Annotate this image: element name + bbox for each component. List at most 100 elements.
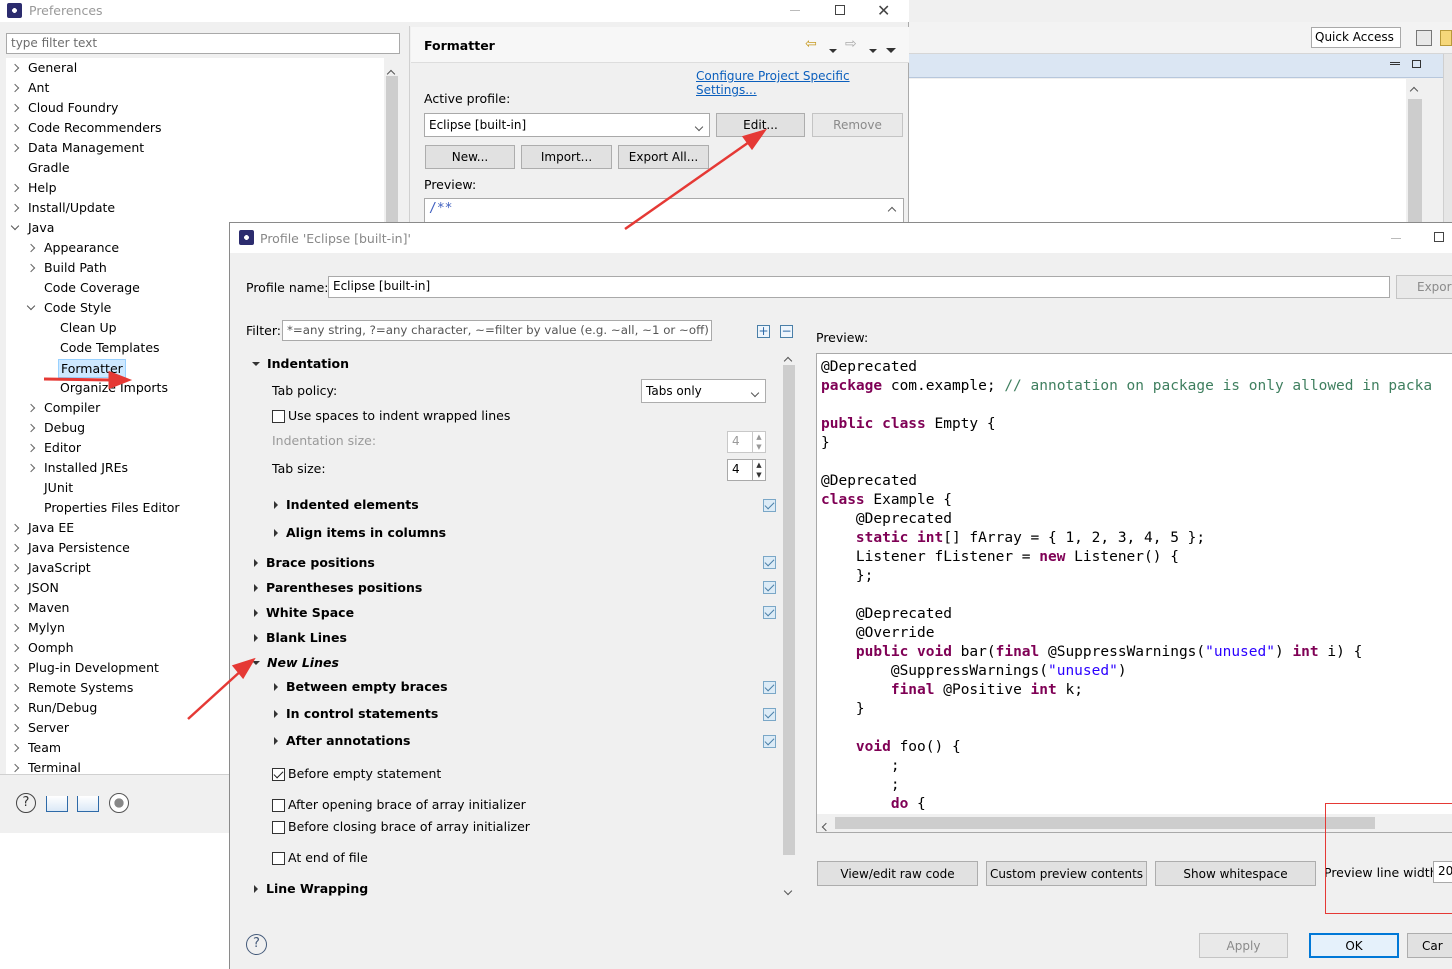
code-token: static int [855, 530, 944, 546]
tree-item-label: Team [28, 740, 62, 755]
before-closing-brace-checkbox[interactable] [272, 821, 285, 834]
section-line-wrapping[interactable]: Line Wrapping [254, 880, 368, 898]
subsection-indented-elements[interactable]: Indented elements [274, 496, 419, 514]
subsection-after-annotations-label: After annotations [286, 733, 411, 748]
between-empty-braces-modified-checkbox[interactable] [763, 681, 776, 694]
white-space-modified-checkbox[interactable] [763, 606, 776, 619]
maximize-view-icon[interactable] [1412, 60, 1421, 68]
subsection-in-control-statements-label: In control statements [286, 706, 439, 721]
collapsed-icon [254, 584, 258, 592]
preferences-sash[interactable] [409, 26, 410, 226]
view-menu-icon[interactable] [886, 42, 896, 56]
brace-positions-modified-checkbox[interactable] [763, 556, 776, 569]
record-icon[interactable] [109, 793, 129, 813]
window-close-button[interactable]: ✕ [877, 1, 890, 20]
minimize-view-icon[interactable] [1390, 62, 1400, 65]
tree-item-cloud-foundry[interactable]: Cloud Foundry [6, 98, 384, 118]
tree-item-install-update[interactable]: Install/Update [6, 198, 384, 218]
section-parentheses-positions[interactable]: Parentheses positions [254, 579, 422, 597]
indentation-size-spinner[interactable]: 4 ▲ ▼ [727, 431, 766, 453]
ok-button[interactable]: OK [1309, 933, 1399, 958]
window-maximize-button[interactable] [835, 5, 845, 15]
ide-scrollbar[interactable] [1406, 79, 1424, 230]
help-icon[interactable]: ? [16, 793, 36, 813]
export-preferences-icon[interactable] [77, 796, 99, 812]
tree-item-label: Build Path [44, 260, 107, 275]
code-token: ; [821, 758, 900, 774]
tree-item-help[interactable]: Help [6, 178, 384, 198]
window-minimize-button[interactable] [790, 10, 800, 11]
in-control-statements-modified-checkbox[interactable] [763, 708, 776, 721]
collapse-all-icon[interactable]: − [780, 325, 793, 338]
java-perspective-icon[interactable] [1440, 30, 1452, 46]
back-nav-icon[interactable]: ⇦ [805, 36, 817, 52]
collapsed-icon [254, 885, 258, 893]
show-whitespace-button[interactable]: Show whitespace [1155, 861, 1316, 886]
code-token: @SuppressWarnings( [1039, 644, 1206, 660]
remove-profile-button[interactable]: Remove [812, 113, 903, 137]
tree-item-general[interactable]: General [6, 58, 384, 78]
expand-all-icon[interactable]: + [757, 325, 770, 338]
before-empty-statement-checkbox[interactable] [272, 768, 285, 781]
tree-item-label: Java Persistence [28, 540, 130, 555]
edit-profile-button[interactable]: Edit... [716, 113, 805, 137]
active-profile-select[interactable]: Eclipse [built-in] [424, 113, 710, 137]
spinner-icon: ▲ ▼ [752, 432, 765, 452]
subsection-after-annotations[interactable]: After annotations [274, 732, 411, 750]
tree-item-gradle[interactable]: Gradle [6, 158, 384, 178]
export-all-button[interactable]: Export All... [618, 145, 709, 169]
code-line: public class Empty { [821, 415, 996, 434]
tree-item-code-recommenders[interactable]: Code Recommenders [6, 118, 384, 138]
section-new-lines[interactable]: New Lines [252, 654, 339, 672]
settings-tree-scrollbar[interactable] [780, 347, 798, 897]
export-profile-button[interactable]: Expor [1396, 275, 1452, 299]
settings-filter-input[interactable]: *=any string, ?=any character, ~=filter … [282, 320, 712, 341]
subsection-in-control-statements[interactable]: In control statements [274, 705, 438, 723]
collapsed-icon [254, 634, 258, 642]
highlight-box [1325, 803, 1452, 914]
configure-project-settings-link[interactable]: Configure Project Specific Settings... [696, 69, 908, 97]
after-opening-brace-checkbox[interactable] [272, 799, 285, 812]
code-token: } [821, 435, 830, 451]
code-line: } [821, 434, 830, 453]
import-preferences-icon[interactable] [46, 796, 68, 812]
section-indentation[interactable]: Indentation [252, 355, 349, 373]
subsection-between-empty-braces[interactable]: Between empty braces [274, 678, 448, 696]
perspective-icon[interactable] [1416, 30, 1432, 46]
profile-name-input[interactable]: Eclipse [built-in] [328, 276, 1390, 298]
code-token: final [995, 644, 1040, 660]
chevron-down-icon [694, 119, 704, 133]
subsection-align-items[interactable]: Align items in columns [274, 524, 446, 542]
custom-preview-contents-button[interactable]: Custom preview contents [986, 861, 1147, 886]
new-profile-button[interactable]: New... [425, 145, 515, 169]
after-annotations-modified-checkbox[interactable] [763, 735, 776, 748]
help-icon[interactable]: ? [246, 934, 267, 955]
use-spaces-checkbox[interactable] [272, 410, 285, 423]
section-white-space[interactable]: White Space [254, 604, 354, 622]
code-token: Example { [864, 492, 952, 508]
import-profile-button[interactable]: Import... [521, 145, 612, 169]
section-brace-positions[interactable]: Brace positions [254, 554, 375, 572]
apply-button[interactable]: Apply [1199, 933, 1288, 958]
at-end-of-file-checkbox[interactable] [272, 852, 285, 865]
tab-size-spinner[interactable]: 4 ▲ ▼ [727, 459, 766, 481]
forward-dropdown-icon[interactable] [869, 42, 877, 56]
indented-elements-modified-checkbox[interactable] [763, 499, 776, 512]
preferences-filter-input[interactable]: type filter text [6, 33, 400, 54]
quick-access-field[interactable]: Quick Access [1311, 27, 1401, 48]
formatter-preview-scroll-up[interactable] [887, 203, 897, 217]
dialog-minimize-button[interactable] [1391, 238, 1401, 239]
forward-nav-icon[interactable]: ⇨ [845, 36, 857, 52]
tree-item-data-management[interactable]: Data Management [6, 138, 384, 158]
parentheses-positions-modified-checkbox[interactable] [763, 581, 776, 594]
section-blank-lines[interactable]: Blank Lines [254, 629, 347, 647]
tab-policy-select[interactable]: Tabs only [641, 379, 766, 403]
dialog-maximize-button[interactable] [1434, 232, 1444, 242]
view-edit-raw-code-button[interactable]: View/edit raw code [817, 861, 978, 886]
cancel-button[interactable]: Car [1407, 933, 1452, 958]
tree-item-ant[interactable]: Ant [6, 78, 384, 98]
code-token: @Deprecated [821, 473, 918, 489]
code-line: Listener fListener = new Listener() { [821, 548, 1179, 567]
back-dropdown-icon[interactable] [829, 42, 837, 56]
